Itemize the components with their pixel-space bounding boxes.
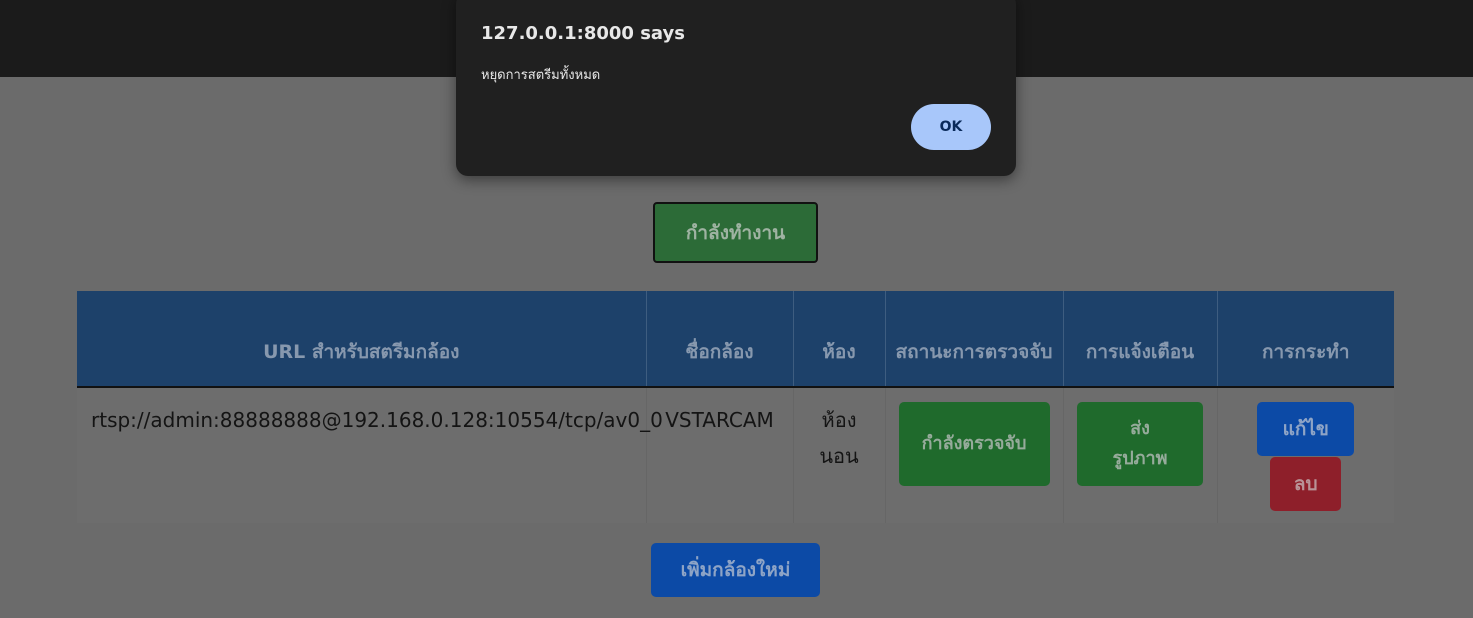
table-header-row: URL สำหรับสตรีมกล้อง ชื่อกล้อง ห้อง สถาน…: [77, 291, 1394, 387]
streaming-status-button[interactable]: กำลังทำงาน: [653, 202, 818, 263]
dialog-message: หยุดการสตรีมทั้งหมด: [481, 68, 601, 83]
cell-notification: ส่ง รูปภาพ: [1062, 387, 1217, 523]
room-label: ห้องนอน: [819, 408, 859, 468]
camera-table: URL สำหรับสตรีมกล้อง ชื่อกล้อง ห้อง สถาน…: [77, 291, 1394, 523]
cell-room: ห้องนอน: [792, 387, 885, 523]
dialog-title: 127.0.0.1:8000 says: [481, 23, 685, 44]
camera-table-container: URL สำหรับสตรีมกล้อง ชื่อกล้อง ห้อง สถาน…: [77, 291, 1394, 523]
cell-url: rtsp://admin:88888888@192.168.0.128:1055…: [77, 387, 663, 523]
header-actions: การกระทำ: [1216, 291, 1394, 387]
cell-detect-status: กำลังตรวจจับ: [884, 387, 1063, 523]
ok-button[interactable]: OK: [911, 104, 991, 150]
cell-camera-name: VSTARCAM: [645, 387, 793, 523]
header-room: ห้อง: [792, 291, 885, 387]
add-camera-button[interactable]: เพิ่มกล้องใหม่: [651, 543, 820, 597]
table-row: rtsp://admin:88888888@192.168.0.128:1055…: [77, 387, 1394, 523]
alert-dialog: 127.0.0.1:8000 says หยุดการสตรีมทั้งหมด …: [456, 0, 1016, 176]
header-notification: การแจ้งเตือน: [1062, 291, 1217, 387]
cell-actions: แก้ไข ลบ: [1216, 387, 1394, 523]
delete-button[interactable]: ลบ: [1270, 457, 1342, 511]
send-image-button[interactable]: ส่ง รูปภาพ: [1077, 402, 1203, 486]
detect-status-button[interactable]: กำลังตรวจจับ: [898, 402, 1050, 486]
header-detect-status: สถานะการตรวจจับ: [884, 291, 1063, 387]
edit-button[interactable]: แก้ไข: [1257, 402, 1355, 456]
header-url: URL สำหรับสตรีมกล้อง: [77, 291, 646, 387]
header-camera-name: ชื่อกล้อง: [645, 291, 793, 387]
